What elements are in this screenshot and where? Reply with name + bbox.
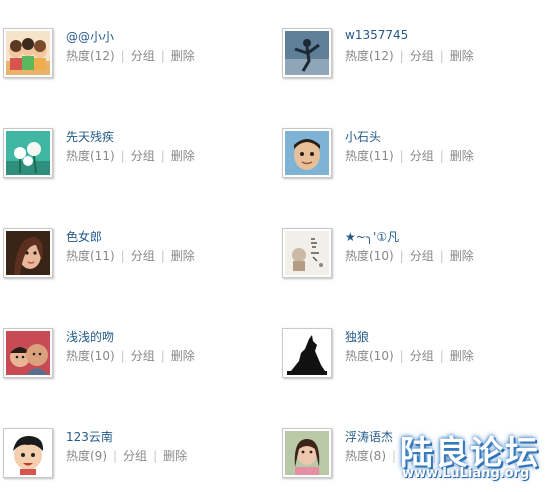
group-link[interactable]: 分组 [131, 347, 155, 364]
avatar[interactable] [3, 128, 53, 178]
friend-card: 独狼 热度(10) | 分组 | 删除 [280, 326, 540, 386]
friend-actions: 热度(11) | 分组 | 删除 [66, 247, 195, 264]
cartoon-boy-avatar-image [6, 431, 50, 475]
avatar[interactable] [3, 328, 53, 378]
group-link[interactable]: 分组 [131, 47, 155, 64]
family-photo-avatar-image [6, 331, 50, 375]
friend-name-link[interactable]: @@小小 [66, 28, 114, 45]
friend-actions: 热度(11) | 分组 | 删除 [66, 147, 195, 164]
heat-count: 热度(12) [345, 49, 394, 63]
delete-link[interactable]: 删除 [171, 47, 195, 64]
separator: | [439, 249, 444, 263]
friend-name-link[interactable]: 123云南 [66, 428, 113, 445]
flowers-avatar-image [6, 131, 50, 175]
heat-count: 热度(11) [66, 149, 115, 163]
separator: | [399, 49, 404, 63]
friend-name-link[interactable]: 小石头 [345, 128, 381, 145]
friend-card: w1357745 热度(12) | 分组 | 删除 [280, 26, 540, 86]
friend-name-link[interactable]: 浅浅的吻 [66, 328, 114, 345]
separator: | [120, 349, 125, 363]
separator: | [120, 249, 125, 263]
friend-card: 小石头 热度(11) | 分组 | 删除 [280, 126, 540, 186]
friend-name-link[interactable]: 浮涛语杰 [345, 428, 393, 445]
heat-count: 热度(11) [345, 149, 394, 163]
heat-count: 热度(10) [66, 349, 115, 363]
group-link[interactable]: 分组 [410, 47, 434, 64]
avatar[interactable] [282, 228, 332, 278]
separator: | [160, 49, 165, 63]
delete-link[interactable]: 删除 [171, 147, 195, 164]
friend-card: @@小小 热度(12) | 分组 | 删除 [1, 26, 261, 86]
friend-name-link[interactable]: 独狼 [345, 328, 369, 345]
group-link[interactable]: 分组 [410, 347, 434, 364]
delete-link[interactable]: 删除 [171, 347, 195, 364]
delete-link[interactable]: 删除 [450, 47, 474, 64]
heat-count: 热度(10) [345, 349, 394, 363]
avatar[interactable] [3, 28, 53, 78]
delete-link[interactable]: 删除 [450, 147, 474, 164]
friend-actions: 热度(11) | 分组 | 删除 [345, 147, 474, 164]
forum-watermark: 陆良论坛 www.LuLiang.org [400, 426, 552, 488]
heat-count: 热度(9) [66, 449, 107, 463]
separator: | [399, 249, 404, 263]
friend-actions: 热度(9) | 分组 | 删除 [66, 447, 187, 464]
separator: | [439, 49, 444, 63]
delete-link[interactable]: 删除 [450, 347, 474, 364]
friend-card: 先天残疾 热度(11) | 分组 | 删除 [1, 126, 261, 186]
separator: | [160, 249, 165, 263]
group-link[interactable]: 分组 [410, 247, 434, 264]
group-link[interactable]: 分组 [410, 147, 434, 164]
delete-link[interactable]: 删除 [450, 247, 474, 264]
friend-card: ★~╮'①凡 热度(10) | 分组 | 删除 [280, 226, 540, 286]
separator: | [399, 349, 404, 363]
avatar[interactable] [282, 428, 332, 478]
friend-name-link[interactable]: ★~╮'①凡 [345, 228, 399, 245]
heat-count: 热度(10) [345, 249, 394, 263]
separator: | [120, 49, 125, 63]
woman-photo-avatar-image [6, 231, 50, 275]
friend-card: 色女郎 热度(11) | 分组 | 删除 [1, 226, 261, 286]
delete-link[interactable]: 删除 [163, 447, 187, 464]
friend-actions: 热度(12) | 分组 | 删除 [345, 47, 474, 64]
friend-actions: 热度(10) | 分组 | 删除 [345, 247, 474, 264]
separator: | [439, 349, 444, 363]
heat-count: 热度(11) [66, 249, 115, 263]
group-link[interactable]: 分组 [131, 147, 155, 164]
group-link[interactable]: 分组 [123, 447, 147, 464]
separator: | [120, 149, 125, 163]
separator: | [439, 149, 444, 163]
group-link[interactable]: 分组 [131, 247, 155, 264]
delete-link[interactable]: 删除 [171, 247, 195, 264]
wolf-silhouette-avatar-image [285, 331, 329, 375]
friend-card: 123云南 热度(9) | 分组 | 删除 [1, 426, 261, 486]
separator: | [399, 149, 404, 163]
avatar[interactable] [282, 328, 332, 378]
sketch-avatar-image [285, 231, 329, 275]
friend-card: 浅浅的吻 热度(10) | 分组 | 删除 [1, 326, 261, 386]
watermark-url: www.LuLiang.org [402, 466, 530, 481]
separator: | [160, 149, 165, 163]
friend-name-link[interactable]: 先天残疾 [66, 128, 114, 145]
dancer-photo-avatar-image [285, 31, 329, 75]
avatar[interactable] [3, 228, 53, 278]
avatar[interactable] [282, 28, 332, 78]
separator: | [392, 449, 397, 463]
separator: | [113, 449, 118, 463]
separator: | [153, 449, 158, 463]
heat-count: 热度(8) [345, 449, 386, 463]
friend-actions: 热度(10) | 分组 | 删除 [66, 347, 195, 364]
heat-count: 热度(12) [66, 49, 115, 63]
friend-name-link[interactable]: w1357745 [345, 28, 408, 42]
friend-actions: 热度(12) | 分组 | 删除 [66, 47, 195, 64]
girl-photo-avatar-image [285, 431, 329, 475]
avatar[interactable] [3, 428, 53, 478]
friend-name-link[interactable]: 色女郎 [66, 228, 102, 245]
avatar[interactable] [282, 128, 332, 178]
separator: | [160, 349, 165, 363]
boy-photo-avatar-image [285, 131, 329, 175]
friend-actions: 热度(10) | 分组 | 删除 [345, 347, 474, 364]
cartoon-kids-avatar-image [6, 31, 50, 75]
